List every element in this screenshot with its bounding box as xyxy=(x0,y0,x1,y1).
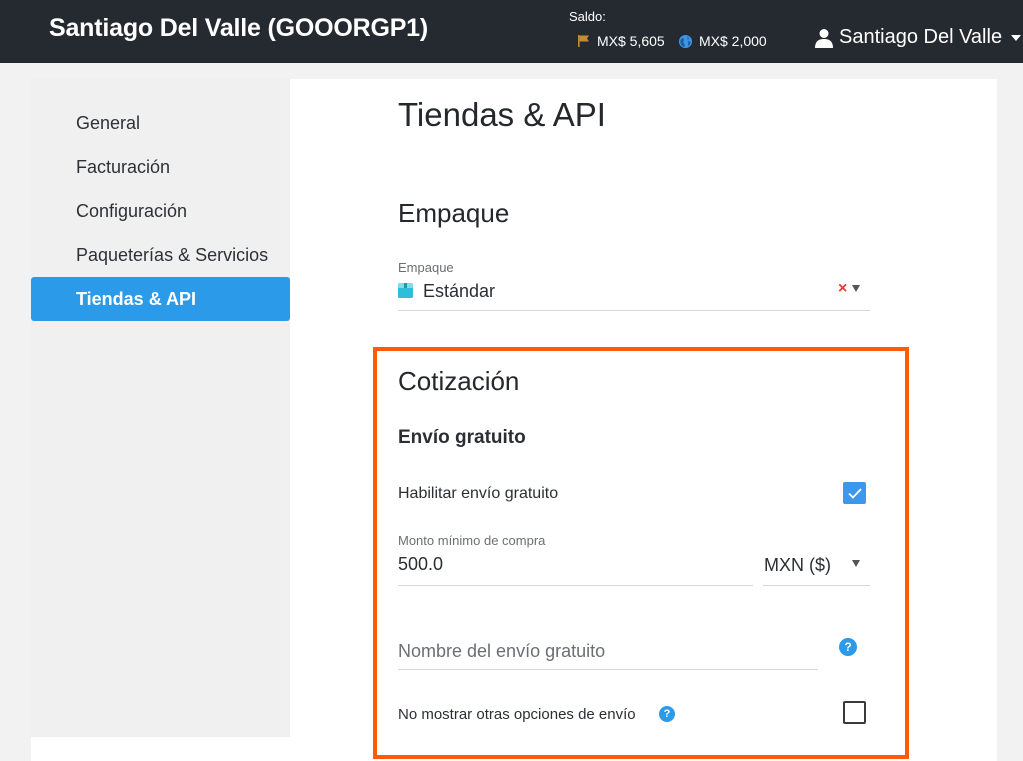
empaque-select-underline xyxy=(398,310,870,311)
highlight-box xyxy=(373,347,909,759)
sidebar: General Facturación Configuración Paquet… xyxy=(31,79,290,737)
saldo-label: Saldo: xyxy=(569,9,606,24)
empaque-select-value[interactable]: Estándar xyxy=(423,281,495,302)
balance-flag-amount: MX$ 5,605 xyxy=(597,33,665,49)
flag-icon xyxy=(578,35,589,47)
sidebar-item-general[interactable]: General xyxy=(31,101,290,145)
balance-flag: MX$ 5,605 xyxy=(577,33,665,49)
sidebar-item-configuracion[interactable]: Configuración xyxy=(31,189,290,233)
user-menu[interactable]: Santiago Del Valle xyxy=(815,26,1022,49)
chevron-down-icon xyxy=(1011,34,1022,41)
sidebar-item-tiendas-api[interactable]: Tiendas & API xyxy=(31,277,290,321)
clear-selection-icon[interactable]: × xyxy=(838,280,847,298)
empaque-field-label: Empaque xyxy=(398,260,454,275)
user-name: Santiago Del Valle xyxy=(839,26,1003,48)
globe-icon xyxy=(678,34,693,48)
user-icon xyxy=(815,28,833,48)
balance-globe: MX$ 2,000 xyxy=(678,33,767,49)
empaque-section-title: Empaque xyxy=(398,198,510,228)
page-title: Tiendas & API xyxy=(398,96,606,133)
sidebar-item-paqueterias[interactable]: Paqueterías & Servicios xyxy=(31,233,290,277)
balance-globe-amount: MX$ 2,000 xyxy=(699,33,767,49)
top-bar: Santiago Del Valle (GOOORGP1) Saldo: MX$… xyxy=(0,0,1023,63)
package-icon xyxy=(398,283,413,298)
account-title: Santiago Del Valle (GOOORGP1) xyxy=(49,14,429,42)
sidebar-item-facturacion[interactable]: Facturación xyxy=(31,145,290,189)
dropdown-arrow-icon[interactable] xyxy=(852,285,860,292)
